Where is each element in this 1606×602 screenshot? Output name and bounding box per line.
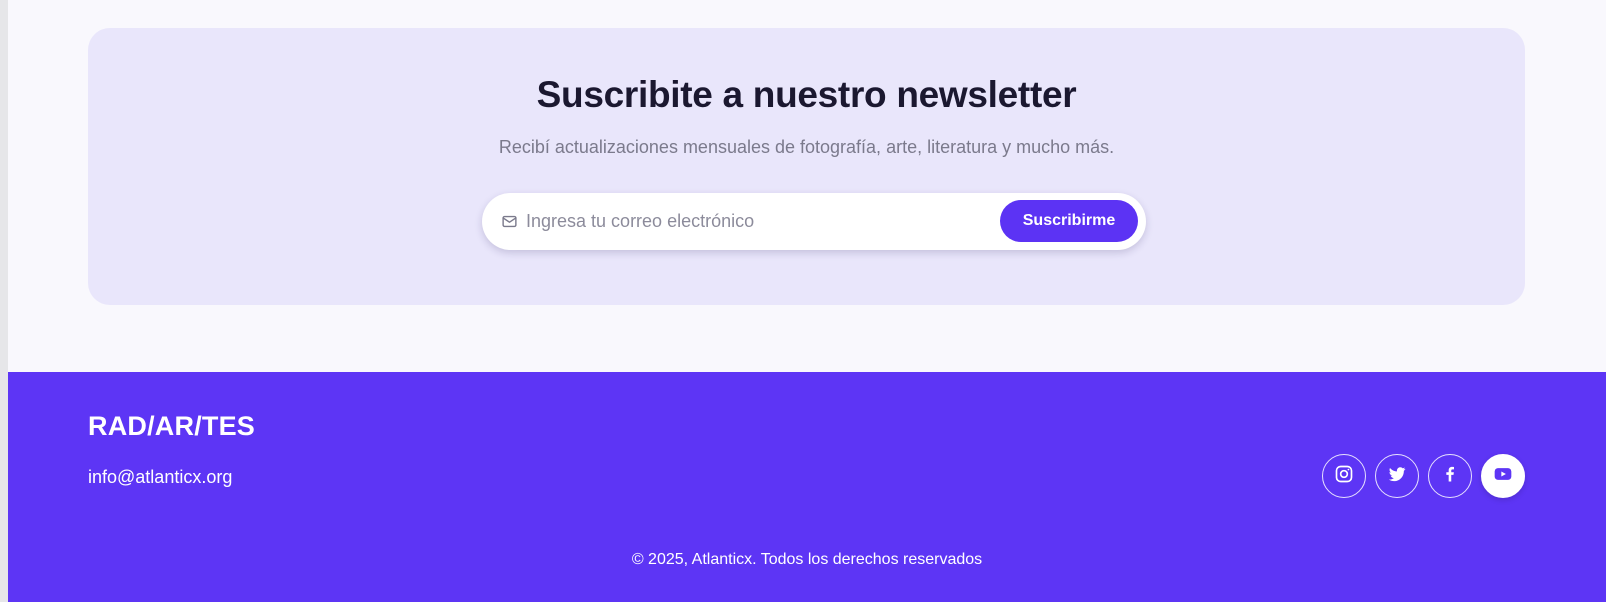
mail-icon bbox=[501, 213, 518, 230]
subscribe-button[interactable]: Suscribirme bbox=[1000, 200, 1138, 242]
newsletter-subtitle: Recibí actualizaciones mensuales de foto… bbox=[498, 137, 1115, 157]
page: Suscribite a nuestro newsletter Recibí a… bbox=[8, 0, 1606, 602]
twitter-icon bbox=[1387, 464, 1407, 489]
footer: RAD/AR/TES info@atlanticx.org © 2025, At… bbox=[8, 372, 1606, 602]
instagram-icon bbox=[1334, 464, 1354, 489]
youtube-icon bbox=[1493, 464, 1513, 489]
newsletter-form: Suscribirme bbox=[482, 193, 1146, 250]
copyright-text: © 2025, Atlanticx. Todos los derechos re… bbox=[631, 551, 983, 568]
instagram-link[interactable] bbox=[1322, 454, 1366, 498]
newsletter-section: Suscribite a nuestro newsletter Recibí a… bbox=[88, 28, 1525, 305]
youtube-link[interactable] bbox=[1481, 454, 1525, 498]
newsletter-title: Suscribite a nuestro newsletter bbox=[536, 74, 1077, 115]
footer-brand: RAD/AR/TES bbox=[88, 411, 256, 441]
twitter-link[interactable] bbox=[1375, 454, 1419, 498]
facebook-link[interactable] bbox=[1428, 454, 1472, 498]
contact-email-link[interactable]: info@atlanticx.org bbox=[88, 467, 232, 488]
social-links bbox=[1322, 454, 1525, 498]
email-input[interactable] bbox=[526, 201, 986, 242]
facebook-icon bbox=[1440, 464, 1460, 489]
